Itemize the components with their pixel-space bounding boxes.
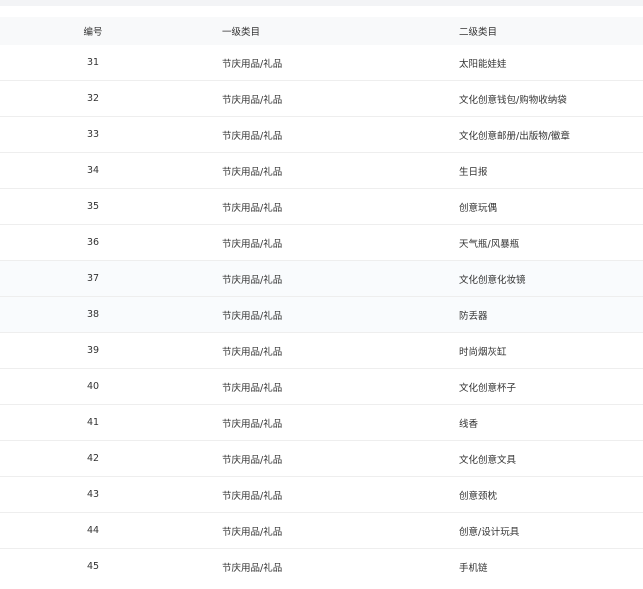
cell-category-level2: 手机链 (459, 562, 488, 574)
cell-id: 38 (86, 309, 100, 320)
cell-category-level1: 节庆用品/礼品 (222, 382, 283, 394)
table-row: 34 节庆用品/礼品 生日报 (0, 153, 643, 189)
cell-id: 45 (86, 561, 100, 572)
table-row: 35 节庆用品/礼品 创意玩偶 (0, 189, 643, 225)
cell-category-level1: 节庆用品/礼品 (222, 238, 283, 250)
table-row: 33 节庆用品/礼品 文化创意邮册/出版物/徽章 (0, 117, 643, 153)
cell-category-level2: 太阳能娃娃 (459, 58, 507, 70)
cell-category-level1: 节庆用品/礼品 (222, 310, 283, 322)
table-row: 40 节庆用品/礼品 文化创意杯子 (0, 369, 643, 405)
table-row: 36 节庆用品/礼品 天气瓶/风暴瓶 (0, 225, 643, 261)
table-row: 39 节庆用品/礼品 时尚烟灰缸 (0, 333, 643, 369)
cell-category-level2: 文化创意化妆镜 (459, 274, 526, 286)
cell-id: 41 (86, 417, 100, 428)
table-row: 41 节庆用品/礼品 线香 (0, 405, 643, 441)
cell-category-level2: 时尚烟灰缸 (459, 346, 507, 358)
cell-category-level2: 线香 (459, 418, 479, 430)
cell-id: 44 (86, 525, 100, 536)
cell-id: 37 (86, 273, 100, 284)
category-table: 编号 一级类目 二级类目 31 节庆用品/礼品 太阳能娃娃 32 节庆用品/礼品… (0, 17, 643, 584)
table-row: 45 节庆用品/礼品 手机链 (0, 549, 643, 584)
cell-category-level2: 文化创意邮册/出版物/徽章 (459, 130, 570, 142)
cell-id: 40 (86, 381, 100, 392)
cell-category-level1: 节庆用品/礼品 (222, 490, 283, 502)
cell-category-level2: 文化创意文具 (459, 454, 517, 466)
cell-id: 32 (86, 93, 100, 104)
cell-id: 43 (86, 489, 100, 500)
table-row: 42 节庆用品/礼品 文化创意文具 (0, 441, 643, 477)
table-header-row: 编号 一级类目 二级类目 (0, 17, 643, 45)
cell-category-level2: 文化创意钱包/购物收纳袋 (459, 94, 567, 106)
cell-id: 36 (86, 237, 100, 248)
header-category-level1: 一级类目 (222, 27, 261, 38)
cell-category-level2: 生日报 (459, 166, 488, 178)
cell-category-level1: 节庆用品/礼品 (222, 418, 283, 430)
table-row: 37 节庆用品/礼品 文化创意化妆镜 (0, 261, 643, 297)
cell-category-level1: 节庆用品/礼品 (222, 130, 283, 142)
cell-category-level1: 节庆用品/礼品 (222, 274, 283, 286)
cell-category-level2: 防丢器 (459, 310, 488, 322)
cell-id: 33 (86, 129, 100, 140)
cell-category-level1: 节庆用品/礼品 (222, 166, 283, 178)
header-id: 编号 (83, 27, 103, 38)
table-row: 31 节庆用品/礼品 太阳能娃娃 (0, 45, 643, 81)
cell-category-level1: 节庆用品/礼品 (222, 562, 283, 574)
cell-category-level2: 创意玩偶 (459, 202, 498, 214)
cell-category-level1: 节庆用品/礼品 (222, 346, 283, 358)
cell-category-level2: 文化创意杯子 (459, 382, 517, 394)
cell-category-level1: 节庆用品/礼品 (222, 526, 283, 538)
cell-id: 35 (86, 201, 100, 212)
cell-id: 42 (86, 453, 100, 464)
cell-id: 31 (86, 57, 100, 68)
cell-category-level1: 节庆用品/礼品 (222, 58, 283, 70)
cell-id: 39 (86, 345, 100, 356)
cell-category-level1: 节庆用品/礼品 (222, 454, 283, 466)
cell-id: 34 (86, 165, 100, 176)
table-row: 43 节庆用品/礼品 创意颈枕 (0, 477, 643, 513)
cell-category-level2: 创意颈枕 (459, 490, 498, 502)
cell-category-level2: 天气瓶/风暴瓶 (459, 238, 520, 250)
table-row: 38 节庆用品/礼品 防丢器 (0, 297, 643, 333)
table-row: 32 节庆用品/礼品 文化创意钱包/购物收纳袋 (0, 81, 643, 117)
header-category-level2: 二级类目 (459, 27, 498, 38)
table-row: 44 节庆用品/礼品 创意/设计玩具 (0, 513, 643, 549)
cell-category-level2: 创意/设计玩具 (459, 526, 520, 538)
top-divider-strip (0, 0, 643, 6)
cell-category-level1: 节庆用品/礼品 (222, 94, 283, 106)
cell-category-level1: 节庆用品/礼品 (222, 202, 283, 214)
